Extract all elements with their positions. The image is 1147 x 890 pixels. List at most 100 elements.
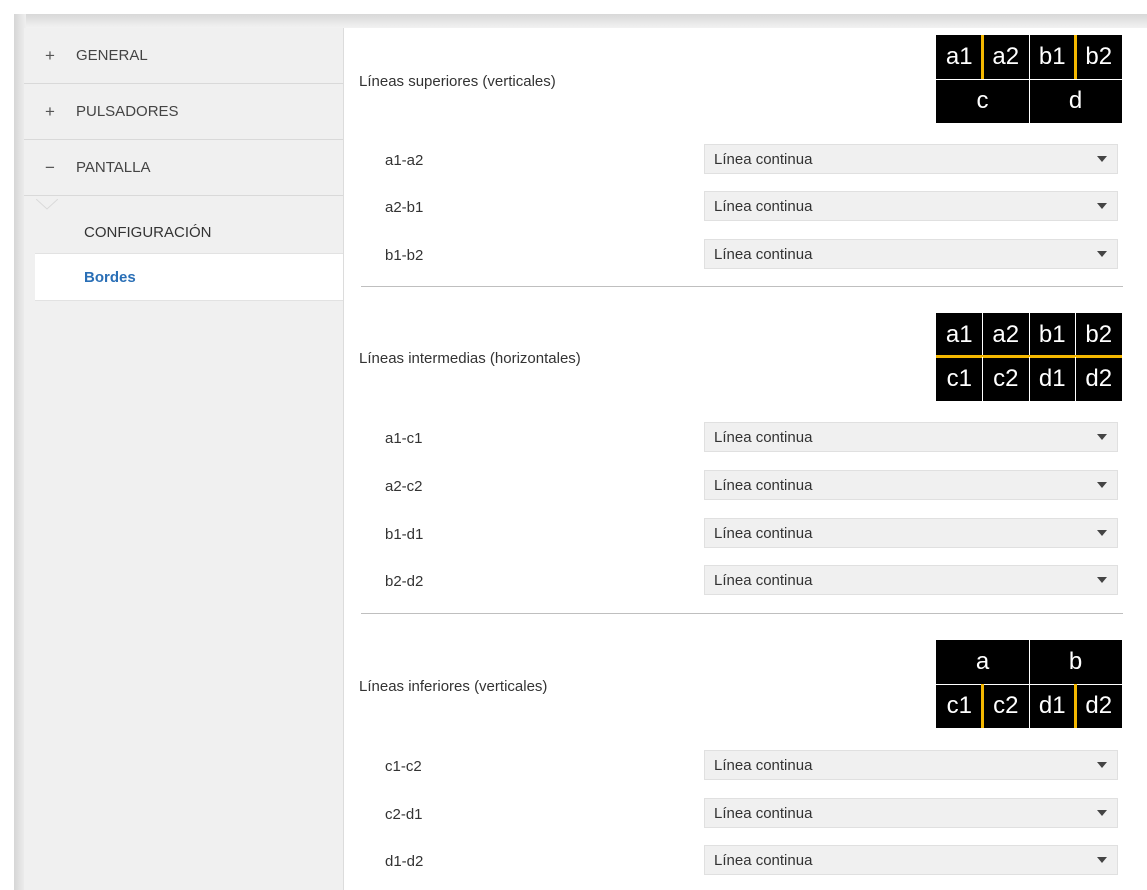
sidebar-subitem-configuracion[interactable]: CONFIGURACIÓN xyxy=(24,209,343,255)
select-value: Línea continua xyxy=(714,571,813,589)
diagram-cell: b1 xyxy=(1038,43,1066,70)
line-type-select[interactable]: Línea continua xyxy=(704,470,1118,500)
dropdown-arrow-icon xyxy=(1097,251,1107,257)
diagram-row-bottom: c1 c2 d1 d2 xyxy=(936,357,1122,401)
sidebar-subitem-label: CONFIGURACIÓN xyxy=(84,223,212,241)
row-label: d1-d2 xyxy=(385,853,424,870)
select-value: Línea continua xyxy=(714,245,813,263)
dropdown-arrow-icon xyxy=(1097,810,1107,816)
diagram-border xyxy=(1029,357,1030,401)
line-type-select[interactable]: Línea continua xyxy=(704,191,1118,221)
diagram-border xyxy=(1029,313,1030,357)
select-value: Línea continua xyxy=(714,197,813,215)
select-value: Línea continua xyxy=(714,524,813,542)
section-divider xyxy=(361,286,1123,287)
line-type-select[interactable]: Línea continua xyxy=(704,750,1118,780)
line-type-select[interactable]: Línea continua xyxy=(704,845,1118,875)
highlight-border xyxy=(1074,684,1077,728)
line-type-select[interactable]: Línea continua xyxy=(704,565,1118,595)
dropdown-arrow-icon xyxy=(1097,762,1107,768)
line-type-select[interactable]: Línea continua xyxy=(704,422,1118,452)
diagram-cell: c1 xyxy=(946,365,972,392)
dropdown-arrow-icon xyxy=(1097,203,1107,209)
section-divider xyxy=(361,613,1123,614)
diagram-cell: d xyxy=(1068,87,1083,114)
section-diagram: a b c1 c2 d1 d2 xyxy=(936,640,1122,728)
section-diagram: a1 a2 b1 b2 c1 c2 d1 d2 xyxy=(936,313,1122,401)
row-label: a2-c2 xyxy=(385,478,423,495)
row-label: b1-d1 xyxy=(385,526,424,543)
dropdown-arrow-icon xyxy=(1097,434,1107,440)
diagram-cell: d1 xyxy=(1038,365,1066,392)
sidebar-item-general[interactable]: + GENERAL xyxy=(24,28,343,84)
expand-icon: + xyxy=(45,45,55,65)
diagram-border xyxy=(1075,357,1076,401)
section-title: Líneas superiores (verticales) xyxy=(359,73,556,90)
diagram-cell: d2 xyxy=(1085,692,1113,719)
app-frame: + GENERAL + PULSADORES − PANTALLA CONFIG… xyxy=(0,0,1147,890)
expand-icon: + xyxy=(45,101,55,121)
diagram-row-top: a1 a2 b1 b2 xyxy=(936,35,1122,79)
sidebar-subitem-label: Bordes xyxy=(84,268,136,286)
diagram-border xyxy=(1029,684,1030,728)
sidebar-item-label: GENERAL xyxy=(76,47,148,64)
diagram-border xyxy=(1029,35,1030,79)
section-title: Líneas intermedias (horizontales) xyxy=(359,350,581,367)
sidebar-item-pulsadores[interactable]: + PULSADORES xyxy=(24,84,343,140)
diagram-cell: a xyxy=(975,648,990,675)
row-label: c2-d1 xyxy=(385,806,423,823)
dropdown-arrow-icon xyxy=(1097,156,1107,162)
dropdown-arrow-icon xyxy=(1097,857,1107,863)
diagram-cell: a2 xyxy=(992,321,1020,348)
dropdown-arrow-icon xyxy=(1097,577,1107,583)
section-diagram: a1 a2 b1 b2 c d xyxy=(936,35,1122,123)
select-value: Línea continua xyxy=(714,150,813,168)
diagram-cell: a2 xyxy=(992,43,1020,70)
parameters-window: + GENERAL + PULSADORES − PANTALLA CONFIG… xyxy=(24,28,1147,890)
select-value: Línea continua xyxy=(714,428,813,446)
row-label: a1-a2 xyxy=(385,152,424,169)
diagram-cell: b2 xyxy=(1085,321,1113,348)
sidebar-item-label: PANTALLA xyxy=(76,159,151,176)
dropdown-arrow-icon xyxy=(1097,530,1107,536)
diagram-cell: b2 xyxy=(1085,43,1113,70)
collapse-icon: − xyxy=(45,157,55,177)
row-label: a1-c1 xyxy=(385,430,423,447)
diagram-cell: d2 xyxy=(1085,365,1113,392)
line-type-select[interactable]: Línea continua xyxy=(704,798,1118,828)
row-label: b2-d2 xyxy=(385,573,424,590)
diagram-border xyxy=(982,357,983,401)
diagram-cell: a1 xyxy=(945,43,973,70)
diagram-border xyxy=(1029,640,1030,684)
row-label: a2-b1 xyxy=(385,199,424,216)
row-label: b1-b2 xyxy=(385,247,424,264)
diagram-border xyxy=(982,313,983,357)
highlight-border xyxy=(981,684,984,728)
row-label: c1-c2 xyxy=(385,758,422,775)
sidebar-subitem-bordes[interactable]: Bordes xyxy=(35,253,343,301)
line-type-select[interactable]: Línea continua xyxy=(704,239,1118,269)
select-value: Línea continua xyxy=(714,756,813,774)
dropdown-arrow-icon xyxy=(1097,482,1107,488)
sidebar-item-label: PULSADORES xyxy=(76,103,179,120)
highlight-border xyxy=(981,35,984,79)
diagram-cell: d1 xyxy=(1038,692,1066,719)
diagram-cell: c2 xyxy=(993,365,1019,392)
line-type-select[interactable]: Línea continua xyxy=(704,144,1118,174)
diagram-row-bottom: c d xyxy=(936,79,1122,123)
sidebar: + GENERAL + PULSADORES − PANTALLA CONFIG… xyxy=(24,28,344,890)
sidebar-item-pantalla[interactable]: − PANTALLA xyxy=(24,140,343,196)
diagram-cell: a1 xyxy=(945,321,973,348)
select-value: Línea continua xyxy=(714,804,813,822)
line-type-select[interactable]: Línea continua xyxy=(704,518,1118,548)
diagram-border xyxy=(1029,79,1030,123)
diagram-row-top: a b xyxy=(936,640,1122,684)
diagram-cell: b1 xyxy=(1038,321,1066,348)
select-value: Línea continua xyxy=(714,851,813,869)
highlight-border xyxy=(1074,35,1077,79)
diagram-row-top: a1 a2 b1 b2 xyxy=(936,313,1122,357)
window-shadow-top xyxy=(14,14,1147,28)
section-title: Líneas inferiores (verticales) xyxy=(359,678,548,695)
main-panel: Líneas superiores (verticales) a1 a2 b1 … xyxy=(344,28,1147,890)
diagram-cell: b xyxy=(1068,648,1083,675)
